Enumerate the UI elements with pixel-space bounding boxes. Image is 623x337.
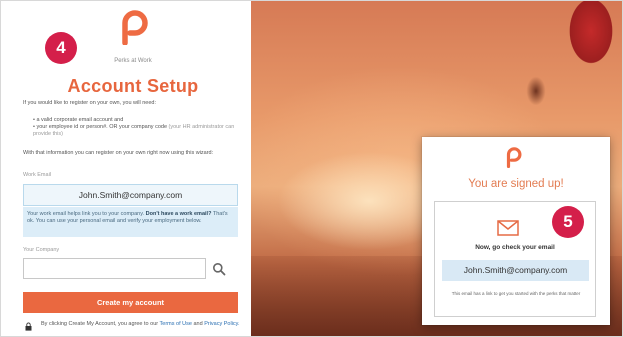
step-badge-4: 4 (45, 32, 77, 64)
requirement-bullet-1: • a valid corporate email account and (33, 117, 124, 123)
terms-prefix: By clicking Create My Account, you agree… (41, 321, 159, 327)
privacy-policy-link[interactable]: Privacy Policy. (204, 321, 239, 327)
terms-of-use-link[interactable]: Terms of Use (160, 321, 192, 327)
runner-figure (546, 1, 622, 91)
brand-name: Perks at Work (114, 58, 152, 64)
terms-and: and (193, 321, 203, 327)
email-help-bold: Don't have a work email? (145, 211, 212, 217)
work-email-label: Work Email (23, 172, 52, 178)
terms-text: By clicking Create My Account, you agree… (41, 321, 246, 328)
check-email-text: Now, go check your email (475, 244, 555, 251)
email-help-box: Your work email helps link you to your c… (23, 207, 238, 237)
signed-up-card: You are signed up! Now, go check your em… (422, 137, 610, 325)
signed-up-title: You are signed up! (468, 178, 564, 190)
runner-arm (521, 71, 551, 111)
lock-icon (25, 322, 32, 331)
work-email-field[interactable]: John.Smith@company.com (23, 184, 238, 206)
window-frame: Perks at Work 4 Account Setup If you wou… (0, 0, 623, 337)
bullet-2-text: your employee id or person#. OR your com… (36, 124, 168, 130)
envelope-icon (497, 220, 519, 236)
intro-text: If you would like to register on your ow… (23, 100, 156, 106)
company-label: Your Company (23, 247, 60, 253)
requirement-bullet-2: • your employee id or person#. OR your c… (33, 124, 235, 137)
wizard-text: With that information you can register o… (23, 150, 214, 156)
step-badge-5: 5 (552, 206, 584, 238)
page-title: Account Setup (67, 76, 199, 96)
account-setup-panel: Perks at Work 4 Account Setup If you wou… (1, 1, 251, 336)
bullet-1-text: a valid corporate email account and (36, 117, 124, 123)
perks-logo-icon (506, 147, 522, 168)
search-icon[interactable] (212, 262, 226, 276)
company-input[interactable] (23, 258, 206, 279)
confirmation-email: John.Smith@company.com (442, 260, 589, 281)
email-help-text: Your work email helps link you to your c… (27, 211, 145, 217)
perks-logo-icon (122, 10, 148, 45)
email-note: This email has a link to get you started… (451, 291, 581, 296)
create-account-button[interactable]: Create my account (23, 292, 238, 313)
